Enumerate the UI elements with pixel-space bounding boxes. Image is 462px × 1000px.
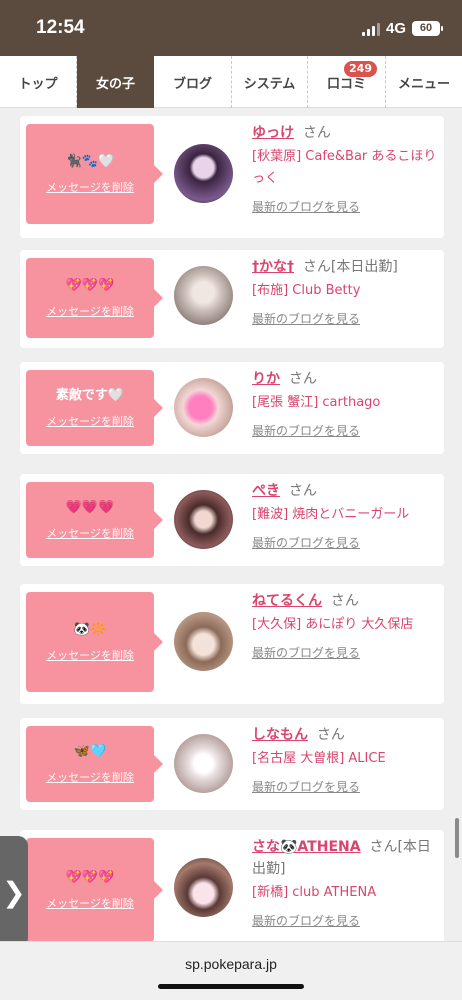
message-bubble: 🐈‍⬛🐾🤍 メッセージを削除 <box>26 124 163 224</box>
latest-blog-link[interactable]: 最新のブログを見る <box>252 644 438 661</box>
girl-name-link[interactable]: しなもん <box>252 727 308 743</box>
browser-url-bar[interactable]: sp.pokepara.jp <box>0 941 462 1000</box>
message-text: 素敵です🤍 <box>55 388 125 403</box>
profile-info: ぺき さん [難波] 焼肉とバニーガール 最新のブログを見る <box>252 480 438 551</box>
honorific: さん <box>302 259 331 275</box>
network-label: 4G <box>385 20 406 37</box>
tab-girls[interactable]: 女の子 <box>77 56 154 108</box>
profile-info: りか さん [尾張 蟹江] carthago 最新のブログを見る <box>252 368 438 439</box>
girl-name-link[interactable]: †かな† <box>252 259 294 275</box>
avatar[interactable] <box>174 144 233 203</box>
message-bubble: 💖💖💖 メッセージを削除 <box>26 838 163 941</box>
tab-reviews[interactable]: 口コミ 249 <box>308 56 386 108</box>
profile-info: ねてるくん さん [大久保] あにぽり 大久保店 最新のブログを見る <box>252 590 438 661</box>
profile-info: しなもん さん [名古屋 大曽根] ALICE 最新のブログを見る <box>252 724 438 795</box>
delete-message-link[interactable]: メッセージを削除 <box>46 895 134 911</box>
message-bubble: 💖💖💖 メッセージを削除 <box>26 258 163 338</box>
avatar[interactable] <box>174 734 233 793</box>
message-card: 🐈‍⬛🐾🤍 メッセージを削除 ゆっけ さん [秋葉原] Cafe&Bar あるこ… <box>20 116 444 238</box>
tab-top[interactable]: トップ <box>0 56 77 108</box>
shop-name-link[interactable]: [名古屋 大曽根] ALICE <box>252 748 438 770</box>
message-text: 💖💖💖 <box>65 870 115 885</box>
girl-name-link[interactable]: ゆっけ <box>252 125 294 141</box>
girl-name-link[interactable]: ねてるくん <box>252 593 322 609</box>
message-card: 💖💖💖 メッセージを削除 †かな† さん[本日出勤] [布施] Club Bet… <box>20 250 444 348</box>
honorific: さん <box>330 593 359 609</box>
avatar[interactable] <box>174 266 233 325</box>
message-card: 💖💖💖 メッセージを削除 さな🐼ATHENA さん[本日出勤] [新橋] clu… <box>20 830 444 941</box>
working-today-tag: [本日出勤] <box>330 259 398 275</box>
tab-label: システム <box>243 76 296 92</box>
status-time: 12:54 <box>36 17 85 38</box>
profile-info: ゆっけ さん [秋葉原] Cafe&Bar あるこほりっく 最新のブログを見る <box>252 122 438 215</box>
reviews-count-badge: 249 <box>344 61 377 77</box>
honorific: さん <box>302 125 331 141</box>
tab-label: ブログ <box>172 76 212 92</box>
honorific: さん <box>288 483 317 499</box>
main-nav: トップ 女の子 ブログ システム 口コミ 249 メニュー <box>0 56 462 108</box>
message-card: 🦋🩵 メッセージを削除 しなもん さん [名古屋 大曽根] ALICE 最新のブ… <box>20 718 444 810</box>
girl-name-link[interactable]: さな🐼ATHENA <box>252 839 361 855</box>
status-indicators: 4G 60 <box>361 20 443 37</box>
tab-label: 女の子 <box>95 76 135 92</box>
status-bar: 12:54 4G 60 <box>0 0 462 56</box>
message-bubble: 🦋🩵 メッセージを削除 <box>26 726 163 802</box>
signal-icon <box>361 22 380 36</box>
tab-label: トップ <box>18 76 58 92</box>
message-card: 🐼🔆 メッセージを削除 ねてるくん さん [大久保] あにぽり 大久保店 最新の… <box>20 584 444 704</box>
honorific: さん <box>369 839 398 855</box>
side-drawer-tab[interactable]: ❯ <box>0 836 28 948</box>
profile-info: †かな† さん[本日出勤] [布施] Club Betty 最新のブログを見る <box>252 256 438 327</box>
tab-blog[interactable]: ブログ <box>154 56 232 108</box>
latest-blog-link[interactable]: 最新のブログを見る <box>252 778 438 795</box>
battery-icon: 60 <box>412 21 443 36</box>
delete-message-link[interactable]: メッセージを削除 <box>46 413 134 429</box>
shop-name-link[interactable]: [布施] Club Betty <box>252 280 438 302</box>
message-text: 🐼🔆 <box>73 622 107 637</box>
message-bubble: 素敵です🤍 メッセージを削除 <box>26 370 163 446</box>
tab-label: メニュー <box>397 76 450 92</box>
honorific: さん <box>288 371 317 387</box>
message-card: 素敵です🤍 メッセージを削除 りか さん [尾張 蟹江] carthago 最新… <box>20 362 444 454</box>
shop-name-link[interactable]: [難波] 焼肉とバニーガール <box>252 504 438 526</box>
tab-system[interactable]: システム <box>232 56 308 108</box>
home-indicator[interactable] <box>158 984 304 989</box>
message-bubble: 💗💗💗 メッセージを削除 <box>26 482 163 558</box>
latest-blog-link[interactable]: 最新のブログを見る <box>252 534 438 551</box>
message-bubble: 🐼🔆 メッセージを削除 <box>26 592 163 692</box>
shop-name-link[interactable]: [新橋] club ATHENA <box>252 882 438 904</box>
honorific: さん <box>316 727 345 743</box>
shop-name-link[interactable]: [秋葉原] Cafe&Bar あるこほりっく <box>252 146 438 190</box>
message-list: 🐈‍⬛🐾🤍 メッセージを削除 ゆっけ さん [秋葉原] Cafe&Bar あるこ… <box>0 108 462 941</box>
tab-menu[interactable]: メニュー <box>386 56 462 108</box>
shop-name-link[interactable]: [尾張 蟹江] carthago <box>252 392 438 414</box>
profile-info: さな🐼ATHENA さん[本日出勤] [新橋] club ATHENA 最新のブ… <box>252 836 438 929</box>
girl-name-link[interactable]: りか <box>252 371 280 387</box>
message-text: 🐈‍⬛🐾🤍 <box>65 154 115 169</box>
latest-blog-link[interactable]: 最新のブログを見る <box>252 198 438 215</box>
avatar[interactable] <box>174 612 233 671</box>
delete-message-link[interactable]: メッセージを削除 <box>46 303 134 319</box>
message-text: 💖💖💖 <box>65 278 115 293</box>
chevron-right-icon: ❯ <box>2 875 26 909</box>
scrollbar[interactable] <box>455 818 459 858</box>
message-card: 💗💗💗 メッセージを削除 ぺき さん [難波] 焼肉とバニーガール 最新のブログ… <box>20 474 444 566</box>
delete-message-link[interactable]: メッセージを削除 <box>46 769 134 785</box>
latest-blog-link[interactable]: 最新のブログを見る <box>252 422 438 439</box>
delete-message-link[interactable]: メッセージを削除 <box>46 647 134 663</box>
delete-message-link[interactable]: メッセージを削除 <box>46 179 134 195</box>
avatar[interactable] <box>174 378 233 437</box>
latest-blog-link[interactable]: 最新のブログを見る <box>252 912 438 929</box>
latest-blog-link[interactable]: 最新のブログを見る <box>252 310 438 327</box>
avatar[interactable] <box>174 858 233 917</box>
url-text: sp.pokepara.jp <box>185 956 277 972</box>
delete-message-link[interactable]: メッセージを削除 <box>46 525 134 541</box>
shop-name-link[interactable]: [大久保] あにぽり 大久保店 <box>252 614 438 636</box>
message-text: 🦋🩵 <box>73 744 107 759</box>
girl-name-link[interactable]: ぺき <box>252 483 280 499</box>
avatar[interactable] <box>174 490 233 549</box>
message-text: 💗💗💗 <box>65 500 115 515</box>
